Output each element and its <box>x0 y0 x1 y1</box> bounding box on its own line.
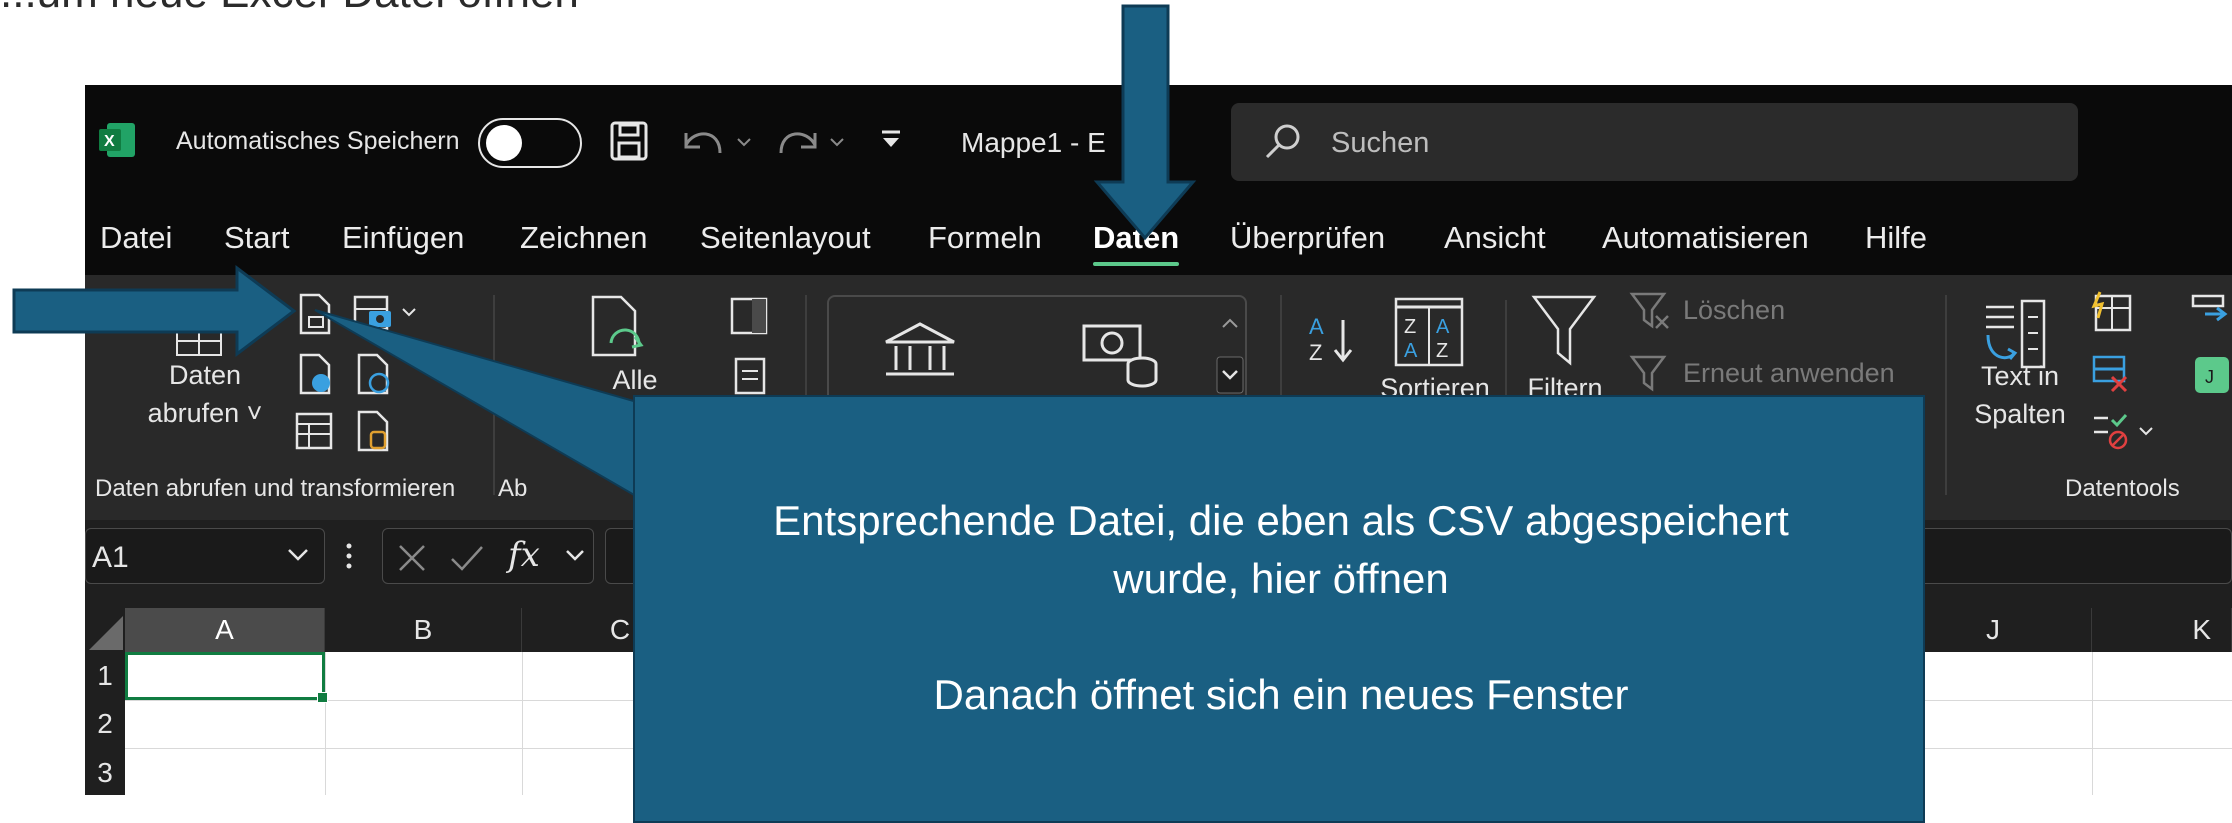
callout-box: Entsprechende Datei, die eben als CSV ab… <box>633 395 1925 823</box>
arrow-right-to-csv-icon <box>12 264 297 358</box>
arrow-down-to-daten-tab <box>1093 4 1197 241</box>
callout-line-1: Entsprechende Datei, die eben als CSV ab… <box>773 497 1789 544</box>
callout-line-2: wurde, hier öffnen <box>1113 555 1449 602</box>
callout-line-3: Danach öffnet sich ein neues Fenster <box>933 671 1629 718</box>
